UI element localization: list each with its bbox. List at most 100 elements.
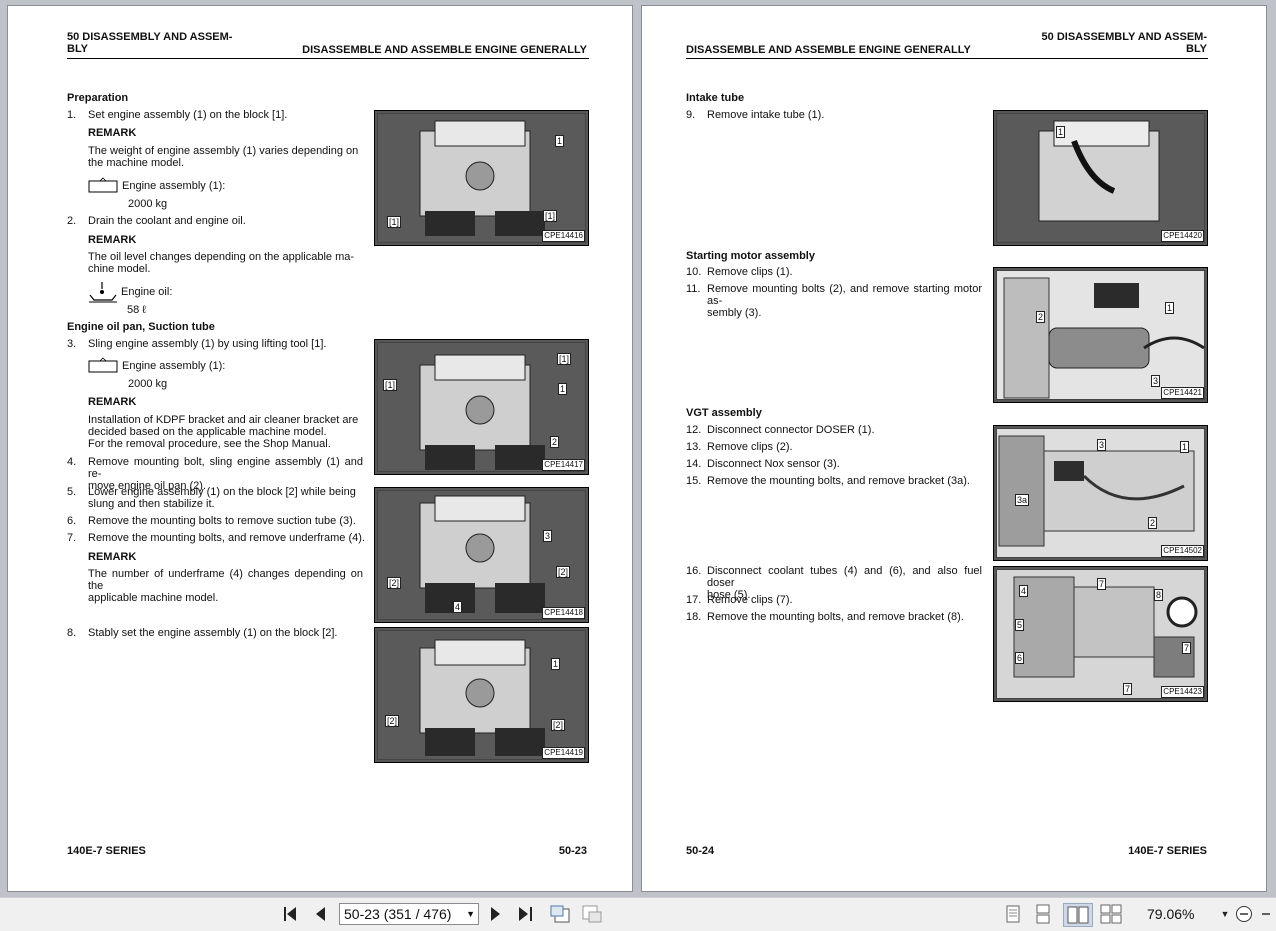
continuous-facing-view-button[interactable] bbox=[1099, 904, 1123, 924]
figure-starting-motor: 2 1 3 CPE14421 bbox=[993, 267, 1208, 403]
left-page: 50 DISASSEMBLY AND ASSEM- BLY DISASSEMBLE… bbox=[7, 5, 633, 892]
header-section-title: 50 DISASSEMBLY AND ASSEM- BLY bbox=[1041, 31, 1207, 55]
step-13: 13. Remove clips (2). bbox=[686, 441, 793, 453]
engine-illustration bbox=[419, 120, 545, 236]
figure-caption: CPE14419 bbox=[542, 747, 585, 759]
step-16: 16. Disconnect coolant tubes (4) and (6),… bbox=[686, 565, 982, 601]
single-page-view-button[interactable] bbox=[1003, 904, 1023, 924]
next-view-button[interactable] bbox=[580, 904, 604, 924]
remark-label: REMARK bbox=[88, 127, 137, 139]
footer-series: 140E-7 SERIES bbox=[67, 845, 146, 857]
step-1: 1. Set engine assembly (1) on the block [… bbox=[67, 109, 288, 121]
remark-text: Installation of KDPF bracket and air cle… bbox=[88, 414, 359, 450]
weight-label: Engine assembly (1): bbox=[122, 360, 226, 372]
step-7: 7. Remove the mounting bolts, and remove … bbox=[67, 532, 365, 544]
viewer-toolbar: 50-23 (351 / 476) ▼ 79.06% ▼ bbox=[0, 897, 1276, 931]
last-page-button[interactable] bbox=[514, 904, 538, 924]
section-heading-vgt: VGT assembly bbox=[686, 407, 762, 419]
section-heading-oil-pan: Engine oil pan, Suction tube bbox=[67, 321, 215, 333]
previous-page-icon bbox=[316, 907, 325, 921]
page-number-field[interactable]: 50-23 (351 / 476) ▼ bbox=[339, 903, 479, 925]
step-11: 11. Remove mounting bolts (2), and remove… bbox=[686, 283, 982, 319]
section-heading-preparation: Preparation bbox=[67, 92, 129, 104]
oil-drain-icon bbox=[88, 281, 118, 308]
engine-illustration bbox=[419, 639, 545, 756]
section-heading-starting-motor: Starting motor assembly bbox=[686, 250, 815, 262]
header-chapter-title: DISASSEMBLE AND ASSEMBLE ENGINE GENERALL… bbox=[686, 44, 971, 56]
remark-label: REMARK bbox=[88, 551, 137, 563]
dropdown-arrow-icon: ▼ bbox=[466, 909, 475, 919]
next-view-icon bbox=[582, 905, 602, 923]
next-page-button[interactable] bbox=[486, 904, 506, 924]
step-8: 8. Stably set the engine assembly (1) on … bbox=[67, 627, 338, 639]
step-15: 15. Remove the mounting bolts, and remove… bbox=[686, 475, 970, 487]
step-3: 3. Sling engine assembly (1) by using lif… bbox=[67, 338, 327, 350]
step-5: 5. Lower engine assembly (1) on the block… bbox=[67, 486, 356, 510]
facing-view-button[interactable] bbox=[1063, 903, 1093, 927]
continuous-facing-icon bbox=[1100, 904, 1122, 924]
slider-handle-icon bbox=[1262, 913, 1270, 915]
first-page-icon bbox=[284, 907, 296, 921]
first-page-button[interactable] bbox=[280, 904, 302, 924]
last-page-icon bbox=[519, 907, 532, 921]
step-6: 6. Remove the mounting bolts to remove su… bbox=[67, 515, 356, 527]
figure-suction-tube: 3 [2] [2] 4 CPE14418 bbox=[374, 487, 589, 623]
step-12: 12. Disconnect connector DOSER (1). bbox=[686, 424, 875, 436]
engine-illustration bbox=[1038, 120, 1160, 222]
figure-intake-tube: 1 CPE14420 bbox=[993, 110, 1208, 246]
zoom-slider-handle[interactable] bbox=[1258, 904, 1274, 924]
step-2: 2. Drain the coolant and engine oil. bbox=[67, 215, 246, 227]
zoom-level[interactable]: 79.06% bbox=[1147, 906, 1194, 922]
facing-pages-icon bbox=[1067, 906, 1089, 924]
figure-caption: CPE14416 bbox=[542, 230, 585, 242]
figure-caption: CPE14417 bbox=[542, 459, 585, 471]
figure-caption: CPE14423 bbox=[1161, 686, 1204, 698]
weight-icon bbox=[88, 357, 118, 378]
weight-icon bbox=[88, 177, 118, 198]
step-4: 4. Remove mounting bolt, sling engine ass… bbox=[67, 456, 363, 492]
remark-label: REMARK bbox=[88, 396, 137, 408]
continuous-page-icon bbox=[1036, 904, 1050, 924]
header-chapter-title: DISASSEMBLE AND ASSEMBLE ENGINE GENERALL… bbox=[302, 44, 587, 56]
step-18: 18. Remove the mounting bolts, and remove… bbox=[686, 611, 964, 623]
weight-label: Engine assembly (1): bbox=[122, 180, 226, 192]
zoom-dropdown-arrow-icon[interactable]: ▼ bbox=[1218, 904, 1232, 924]
oil-label: Engine oil: bbox=[121, 286, 173, 298]
continuous-view-button[interactable] bbox=[1033, 904, 1053, 924]
figure-caption: CPE14420 bbox=[1161, 230, 1204, 242]
figure-coolant-tubes: 4 7 8 5 6 7 7 CPE14423 bbox=[993, 566, 1208, 702]
figure-caption: CPE14421 bbox=[1161, 387, 1204, 399]
section-heading-intake-tube: Intake tube bbox=[686, 92, 745, 104]
step-17: 17. Remove clips (7). bbox=[686, 594, 793, 606]
footer-page-number: 50-24 bbox=[686, 845, 715, 857]
footer-page-number: 50-23 bbox=[558, 845, 587, 857]
header-section-title: 50 DISASSEMBLY AND ASSEM- BLY bbox=[67, 31, 233, 55]
weight-value: 2000 kg bbox=[128, 378, 168, 390]
step-14: 14. Disconnect Nox sensor (3). bbox=[686, 458, 840, 470]
figure-stable-engine: 1 [2] [2] CPE14419 bbox=[374, 627, 589, 763]
header-rule bbox=[67, 58, 589, 59]
figure-vgt-assembly: 3 1 3a 2 CPE14502 bbox=[993, 425, 1208, 561]
weight-value: 2000 kg bbox=[128, 198, 168, 210]
step-9: 9. Remove intake tube (1). bbox=[686, 109, 825, 121]
engine-illustration bbox=[419, 495, 545, 613]
remark-text: The oil level changes depending on the a… bbox=[88, 251, 355, 275]
remark-text: The weight of engine assembly (1) varies… bbox=[88, 145, 359, 169]
next-page-icon bbox=[491, 907, 500, 921]
previous-view-icon bbox=[550, 905, 570, 923]
remark-text: The number of underframe (4) changes dep… bbox=[88, 568, 363, 604]
single-page-icon bbox=[1006, 905, 1020, 923]
zoom-out-button[interactable] bbox=[1234, 904, 1254, 924]
previous-page-button[interactable] bbox=[310, 904, 330, 924]
figure-sling-engine: [1] [1] 1 2 CPE14417 bbox=[374, 339, 589, 475]
footer-series: 140E-7 SERIES bbox=[1128, 845, 1207, 857]
starting-motor-illustration bbox=[1003, 277, 1205, 399]
oil-value: 58 ℓ bbox=[127, 304, 146, 316]
zoom-out-icon bbox=[1236, 906, 1252, 922]
previous-view-button[interactable] bbox=[548, 904, 572, 924]
remark-label: REMARK bbox=[88, 234, 137, 246]
header-rule bbox=[686, 58, 1208, 59]
step-10: 10. Remove clips (1). bbox=[686, 266, 793, 278]
figure-caption: CPE14418 bbox=[542, 607, 585, 619]
figure-engine-on-block: 1 [1] [1] CPE14416 bbox=[374, 110, 589, 246]
